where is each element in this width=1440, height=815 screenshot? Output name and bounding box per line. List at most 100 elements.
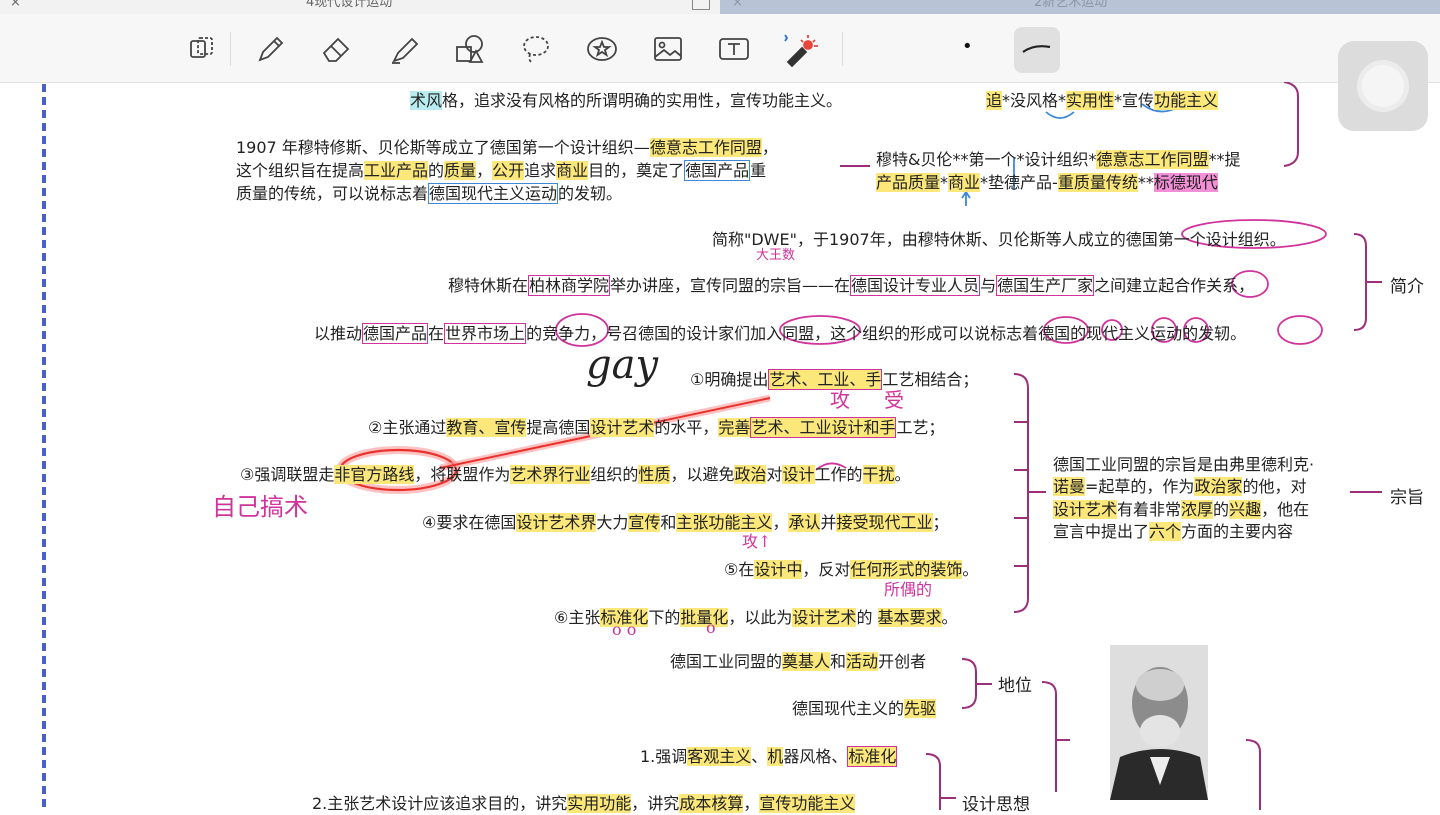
text: =起草的，作为 [1085,477,1195,496]
tab-active[interactable]: × 4现代设计运动 [0,0,720,14]
text: 和 [660,513,677,532]
text: 兴趣 [1229,500,1262,519]
text: 。 [894,465,911,484]
text: 德国生产厂家 [996,275,1095,296]
text: ， [761,138,778,157]
text: 的发轫。 [558,184,623,203]
note1-line1: 穆特&贝伦**第一个*设计组织*德意志工作同盟**提 [876,146,1241,170]
tab-inactive[interactable]: × 2新艺术运动 [720,0,1440,14]
text: ⑤在 [724,560,755,579]
eraser-icon[interactable] [318,31,354,67]
text: 穆特&贝伦**第一个*设计组织* [876,150,1097,169]
tab-title: 4现代设计运动 [306,0,393,10]
text: 世界市场上 [444,323,527,344]
text: 宣传功能主义 [759,794,856,813]
text: 质量的传统，可以说标志着 [236,184,429,203]
toolbar-divider [230,32,231,66]
para1-line2: 这个组织旨在提高工业产品的质量，公开追求商业目的，奠定了德国产品重 [236,157,766,181]
text: 工业产品 [364,161,429,180]
text: 商业 [556,161,589,180]
text: * [940,173,949,192]
text: 的竞争力，号召德国的设计家们加入同盟，这个组织的形成可以说标志着德国的现代主义运… [526,324,1247,343]
text: ②主张通过 [368,418,447,437]
text: 德意志工作同盟 [649,138,762,157]
text: 成本核算 [679,794,744,813]
text: 组织的 [590,465,639,484]
text: ，以此为 [728,608,793,627]
laser-pointer-icon[interactable] [782,31,818,68]
text: 举办讲座，宣传同盟的宗旨——在 [610,276,851,295]
text: ，将联盟作为 [414,465,511,484]
handwriting-note: 攻 [830,388,850,412]
intro-line3: 以推动德国产品在世界市场上的竞争力，号召德国的设计家们加入同盟，这个组织的形成可… [314,320,1246,344]
stroke-style-button[interactable] [1014,27,1060,73]
text: 设计艺术界 [516,513,597,532]
para1-line1: 1907 年穆特修斯、贝伦斯等成立了德国第一个设计组织—德意志工作同盟， [236,134,778,158]
text: 德国产品 [684,160,751,181]
toolbar-divider [842,32,843,66]
text: 完善 [718,418,751,437]
text: 设计艺术 [1053,500,1118,519]
portrait-photo [1110,645,1208,800]
text: 德意志工作同盟 [1096,150,1209,169]
highlighter-icon[interactable] [386,31,422,67]
text: 1.强调 [640,747,688,766]
text: 活动 [846,652,879,671]
text: 追求 [524,161,557,180]
text: 设计中 [754,560,803,579]
pen-size-dot[interactable]: • [962,36,973,57]
text: 1907 年穆特修斯、贝伦斯等成立了德国第一个设计组织— [236,138,650,157]
tab-title: 2新艺术运动 [1034,0,1108,10]
portrait-figure [1110,645,1208,800]
tab-bar: × 4现代设计运动 × 2新艺术运动 [0,0,1440,14]
sticker-icon[interactable] [584,31,620,67]
text: 商业 [948,173,981,192]
text: 德国现代主义的 [792,699,905,718]
text: 重 [750,161,767,180]
close-tab-icon[interactable]: × [10,0,21,9]
text: 奠基人 [782,652,831,671]
lasso-select-icon[interactable] [184,31,220,67]
text: 穆特休斯在 [448,276,529,295]
text: 、 [751,747,768,766]
text: **提 [1208,150,1241,169]
text: 工作的 [814,465,863,484]
text: 德国产品 [362,323,429,344]
text: 干扰 [862,465,895,484]
text-box-icon[interactable] [716,31,752,67]
purpose-point-4: ④要求在德国设计艺术界大力宣传和主张功能主义，承认并接受现代工业； [422,509,949,533]
split-view-icon[interactable] [692,0,710,10]
image-icon[interactable] [650,31,686,67]
text: 艺术、工业设计和手 [750,417,897,438]
text: ①明确提出 [690,370,769,389]
text: 宣传 [628,513,661,532]
text: 的 [1213,500,1230,519]
handwriting-note: 所偶的 [884,580,933,599]
text: 在 [428,324,445,343]
text: 德国设计专业人员 [850,275,981,296]
node-label-purpose: 宗旨 [1390,488,1424,508]
text: 产品质量 [876,173,941,192]
design-line1: 1.强调客观主义、机器风格、标准化 [640,743,898,767]
text: 基本要求 [877,608,942,627]
text: 的他，对 [1242,477,1307,496]
handwriting-note: 受 [884,388,904,412]
text: 。 [962,560,979,579]
note-text: 追 [986,91,1003,110]
text: 艺术界行业 [510,465,591,484]
text: 政治家 [1194,477,1243,496]
drawing-toolbar: • [0,14,1440,83]
shapes-icon[interactable] [452,31,488,67]
pen-icon[interactable] [252,31,288,67]
close-tab-icon[interactable]: × [732,0,743,9]
row1-rest: 格，追求没有风格的所谓明确的实用性，宣传功能主义。 [442,91,843,110]
status-line1: 德国工业同盟的奠基人和活动开创者 [670,648,926,672]
text: 承认 [788,513,821,532]
text: 客观主义 [687,747,752,766]
note1-line2: 产品质量*商业*垫德产品-重质量传统**标德现代 [876,169,1218,193]
text: 非官方路线 [334,465,415,484]
lasso-icon[interactable] [518,31,554,67]
row1-note: 追*没风格*实用性*宣传功能主义 [986,87,1219,111]
text: 艺术、工业、手 [768,369,883,390]
node-label-intro: 简介 [1390,277,1424,297]
